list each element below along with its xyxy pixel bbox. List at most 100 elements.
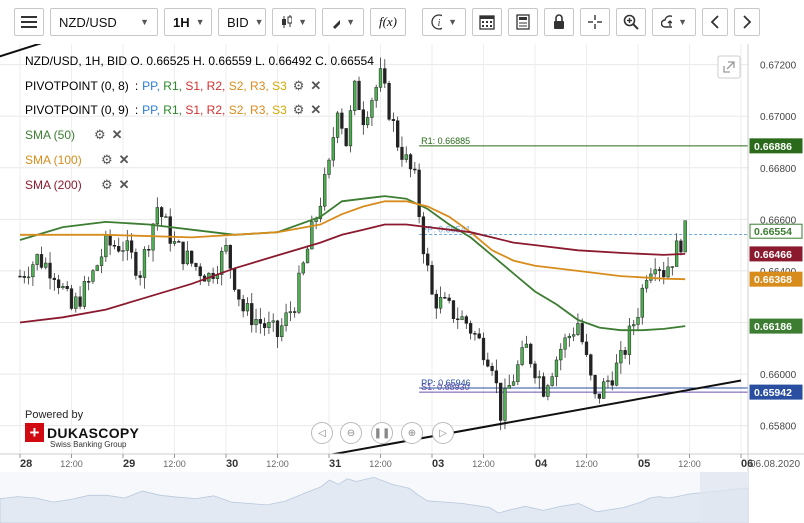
- chart-type-button[interactable]: ▼: [272, 8, 316, 36]
- fx-label: f(x): [378, 14, 398, 29]
- candle-body: [305, 248, 310, 264]
- crosshair-button[interactable]: [580, 8, 610, 36]
- chevron-down-icon: ▼: [254, 17, 264, 27]
- navigator[interactable]: [0, 472, 749, 523]
- candle-body: [168, 216, 172, 244]
- candle-body: [134, 252, 138, 276]
- nav-zoom-out-icon[interactable]: ⊖: [340, 422, 362, 444]
- candle-body: [481, 337, 486, 361]
- navigator-window[interactable]: [700, 472, 748, 523]
- candle-body: [194, 263, 198, 267]
- gear-icon[interactable]: ⚙: [293, 102, 305, 118]
- candle-body: [340, 112, 344, 129]
- candle-body: [228, 245, 232, 269]
- close-icon[interactable]: ✕: [119, 152, 130, 168]
- nav-zoom-in-icon[interactable]: ⊕: [401, 422, 423, 444]
- hamburger-menu-icon[interactable]: [14, 8, 44, 36]
- lock-button[interactable]: [544, 8, 574, 36]
- candle-body: [537, 376, 541, 379]
- price-tag-label: 0.66554: [754, 226, 792, 238]
- candle-body: [117, 246, 121, 252]
- gear-icon[interactable]: ⚙: [293, 78, 305, 94]
- candle-body: [323, 174, 327, 207]
- calendar-icon: [479, 15, 495, 30]
- pivot-title: PIVOTPOINT (0, 9): [25, 103, 129, 117]
- chevron-down-icon: ▼: [195, 17, 205, 27]
- candle-body: [284, 312, 288, 326]
- calendar-button[interactable]: [472, 8, 502, 36]
- candle-body: [443, 297, 447, 299]
- pivot-legend-0[interactable]: PIVOTPOINT (0, 8) : PP, R1, S1, R2, S2, …: [25, 78, 321, 94]
- close-icon[interactable]: ✕: [310, 78, 321, 94]
- candle-body: [400, 146, 404, 160]
- candle-body: [224, 245, 228, 252]
- sma-legend-100[interactable]: SMA (100) ⚙ ✕: [25, 152, 130, 168]
- candle-body: [438, 297, 443, 309]
- candle-body: [473, 333, 477, 335]
- candle-body: [541, 376, 546, 397]
- y-tick-label: 0.65800: [760, 422, 797, 433]
- indicators-button[interactable]: f(x): [370, 8, 406, 36]
- candle-body: [464, 316, 468, 324]
- candle-body: [31, 264, 35, 278]
- candle-body: [666, 266, 670, 278]
- candle-body: [22, 276, 26, 278]
- gear-icon[interactable]: ⚙: [101, 177, 113, 193]
- chevron-right-icon: [743, 15, 752, 29]
- candle-body: [584, 341, 589, 355]
- gear-icon[interactable]: ⚙: [101, 152, 113, 168]
- pivot-legend-1[interactable]: PIVOTPOINT (0, 9) : PP, R1, S1, R2, S2, …: [25, 102, 321, 118]
- instrument-select[interactable]: NZD/USD ▼: [50, 8, 158, 36]
- powered-by-text: Powered by: [25, 409, 84, 421]
- expand-icon[interactable]: [717, 55, 741, 79]
- close-icon[interactable]: ✕: [310, 102, 321, 118]
- gear-icon[interactable]: ⚙: [94, 127, 106, 143]
- price-side-select[interactable]: BID ▼: [218, 8, 266, 36]
- sma-legend-200[interactable]: SMA (200) ⚙ ✕: [25, 177, 130, 193]
- candle-body: [74, 296, 78, 309]
- prev-button[interactable]: [702, 8, 728, 36]
- candle-body: [26, 276, 31, 279]
- candle-body: [670, 266, 674, 268]
- candle-body: [430, 265, 434, 295]
- candle-body: [417, 169, 421, 217]
- candle-body: [567, 335, 571, 339]
- candle-body: [486, 359, 490, 367]
- candle-body: [662, 270, 666, 278]
- nav-pause-icon[interactable]: ❚❚: [371, 422, 393, 444]
- zoom-button[interactable]: [616, 8, 646, 36]
- draw-button[interactable]: ▼: [322, 8, 364, 36]
- y-tick-label: 0.67000: [760, 112, 797, 123]
- candle-body: [533, 363, 537, 379]
- x-tick-label: 30: [226, 458, 238, 470]
- time-axis[interactable]: 28 12:00 29 12:00 30 12:00 31 12:00 03 12:00 04 12:…: [19, 454, 753, 470]
- pivot-key-pp: PP,: [142, 79, 164, 93]
- info-button[interactable]: i ▼: [422, 8, 466, 36]
- sma-legend-50[interactable]: SMA (50) ⚙ ✕: [25, 127, 123, 143]
- candle-body: [468, 323, 473, 334]
- toolbar: NZD/USD ▼ 1H ▼ BID ▼ ▼ ▼ f(x) i ▼ ▼: [0, 0, 804, 44]
- y-tick-label: 0.66800: [760, 164, 797, 175]
- candle-body: [280, 325, 284, 338]
- x-tick-label: 12:00: [369, 459, 392, 469]
- pivot-keys: PP, R1, S1, R2, S2, R3, S3: [142, 79, 287, 93]
- nav-forward-icon[interactable]: ▷: [432, 422, 454, 444]
- candle-body: [404, 154, 408, 160]
- candle-body: [657, 269, 662, 271]
- close-icon[interactable]: ✕: [119, 177, 130, 193]
- ohlc-legend: NZD/USD, 1H, BID O. 0.66525 H. 0.66559 L…: [25, 54, 374, 68]
- news-button[interactable]: [508, 8, 538, 36]
- info-icon: i: [431, 14, 443, 30]
- timeframe-select[interactable]: 1H ▼: [164, 8, 212, 36]
- upload-button[interactable]: ▼: [652, 8, 696, 36]
- x-tick-label: 31: [329, 458, 341, 470]
- close-icon[interactable]: ✕: [112, 127, 123, 143]
- candle-body: [550, 376, 554, 386]
- candle-body: [632, 324, 636, 327]
- candle-body: [35, 254, 39, 265]
- next-button[interactable]: [734, 8, 760, 36]
- candle-body: [142, 249, 147, 278]
- nav-back-icon[interactable]: ◁: [311, 422, 333, 444]
- y-tick-label: 0.67200: [760, 61, 797, 72]
- pivot-key-s1: S1,: [185, 103, 207, 117]
